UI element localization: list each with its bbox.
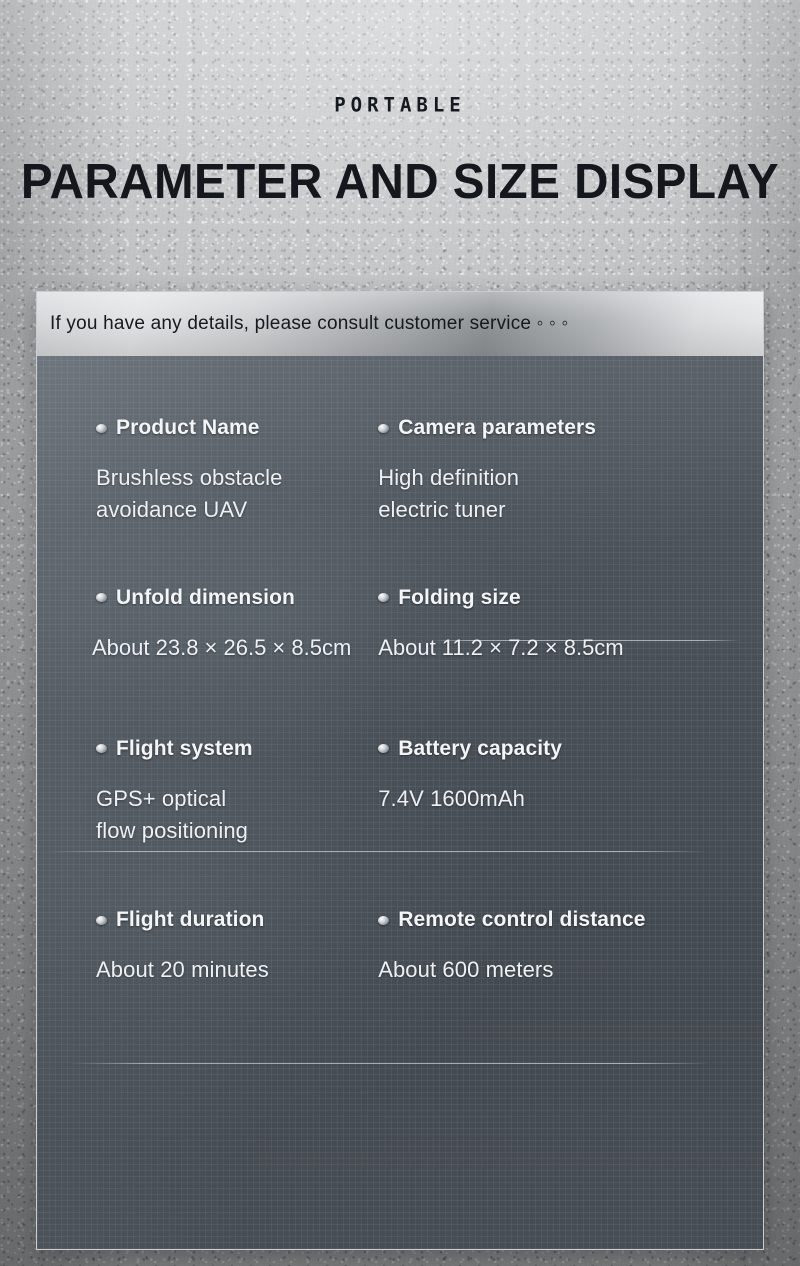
table-row: Flight duration About 20 minutes Remote …: [37, 846, 763, 986]
table-row: Flight system GPS+ optical flow position…: [37, 664, 763, 847]
spec-label-text: Battery capacity: [398, 736, 563, 760]
spec-value-text: About 600 meters: [378, 957, 554, 983]
spec-label-text: Folding size: [398, 585, 521, 609]
spec-value-text: About 11.2 × 7.2 × 8.5cm: [378, 634, 624, 660]
header-kicker-container: PORTABLE: [0, 93, 800, 117]
kicker-label: PORTABLE: [334, 93, 466, 117]
row-divider: [47, 851, 707, 852]
spec-label: Flight system: [96, 737, 354, 761]
spec-label-text: Remote control distance: [398, 908, 646, 932]
spec-value-text: Brushless obstacle avoidance UAV: [96, 465, 283, 522]
table-row: Unfold dimension About 23.8 × 26.5 × 8.5…: [37, 526, 763, 664]
table-row: Product Name Brushless obstacle avoidanc…: [37, 356, 763, 526]
bullet-dot-icon: [378, 423, 390, 433]
spec-label: Camera parameters: [378, 416, 763, 440]
spec-label: Battery capacity: [378, 737, 763, 761]
spec-cell-battery-capacity: Battery capacity 7.4V 1600mAh: [354, 737, 763, 847]
spec-value-text: 7.4V 1600mAh: [378, 785, 525, 811]
spec-panel: If you have any details, please consult …: [36, 291, 764, 1250]
spec-label-text: Camera parameters: [398, 416, 597, 439]
spec-value-text: About 23.8 × 26.5 × 8.5cm: [92, 634, 352, 660]
bullet-dot-icon: [378, 744, 390, 754]
bullet-dot-icon: [96, 423, 107, 433]
spec-cell-unfold-dimension: Unfold dimension About 23.8 × 26.5 × 8.5…: [37, 586, 354, 664]
customer-service-banner: If you have any details, please consult …: [37, 292, 763, 356]
spec-label: Product Name: [96, 416, 354, 440]
spec-panel-body: Product Name Brushless obstacle avoidanc…: [37, 356, 763, 1249]
spec-cell-remote-control-distance: Remote control distance About 600 meters: [354, 908, 763, 986]
spec-cell-folding-size: Folding size About 11.2 × 7.2 × 8.5cm: [354, 586, 763, 664]
bullet-dot-icon: [96, 744, 107, 754]
row-divider: [69, 1063, 709, 1064]
spec-cell-flight-duration: Flight duration About 20 minutes: [37, 908, 354, 986]
spec-label-text: Unfold dimension: [116, 585, 295, 609]
spec-label: Folding size: [378, 586, 763, 610]
spec-value-text: High definition electric tuner: [378, 465, 520, 522]
spec-label-text: Product Name: [116, 416, 260, 439]
bullet-dot-icon: [378, 915, 390, 925]
spec-cell-camera-parameters: Camera parameters High definition electr…: [354, 416, 763, 526]
spec-label: Remote control distance: [378, 908, 763, 932]
spec-value-text: GPS+ optical flow positioning: [96, 785, 249, 843]
spec-rows: Product Name Brushless obstacle avoidanc…: [37, 356, 763, 1064]
spec-value-text: About 20 minutes: [96, 957, 269, 983]
spec-cell-flight-system: Flight system GPS+ optical flow position…: [37, 737, 354, 847]
bullet-dot-icon: [378, 593, 390, 603]
bullet-dot-icon: [96, 915, 107, 925]
spec-label-text: Flight duration: [116, 908, 265, 932]
page-title: PARAMETER AND SIZE DISPLAY: [20, 155, 780, 209]
row-divider: [431, 640, 741, 641]
banner-text: If you have any details, please consult …: [50, 313, 569, 334]
spec-cell-product-name: Product Name Brushless obstacle avoidanc…: [37, 416, 354, 526]
spec-label: Flight duration: [96, 908, 354, 932]
bullet-dot-icon: [96, 593, 107, 603]
spec-label-text: Flight system: [116, 736, 253, 760]
spec-label: Unfold dimension: [96, 586, 354, 610]
